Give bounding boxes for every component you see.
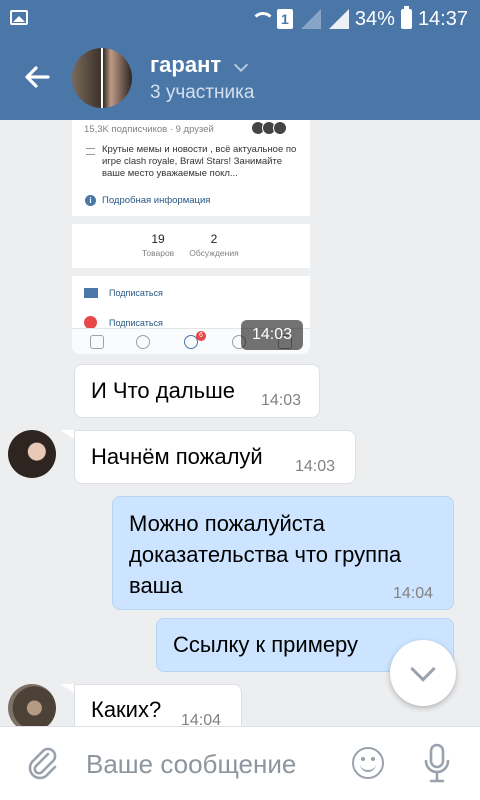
group-description: Крутые мемы и новости , всё актуальное п… [102, 144, 297, 179]
message-text-line: ваша [129, 573, 183, 598]
chat-members-count[interactable]: 3 участника [150, 82, 254, 104]
group-stats-block: 19 Товаров 2 Обсуждения [72, 224, 310, 268]
image-timestamp: 14:03 [241, 320, 303, 350]
message-text-line: доказательства что группа [129, 542, 402, 567]
message-time: 14:03 [261, 392, 302, 409]
chat-avatar[interactable] [72, 48, 132, 108]
message-list[interactable]: 15,3K подписчиков · 9 друзей Крутые мемы… [0, 120, 480, 726]
status-bar: 1 34% 14:37 [0, 0, 480, 38]
message-text: Ссылку к примеру [173, 632, 359, 657]
sender-avatar[interactable] [8, 430, 56, 478]
stat-number: 2 [210, 232, 218, 246]
stat-discussions: 2 Обсуждения [184, 232, 244, 258]
message-bubble[interactable]: Можно пожалуйста доказательства что груп… [112, 496, 454, 610]
wifi-icon [249, 10, 275, 28]
clock: 14:37 [417, 7, 468, 30]
message-time: 14:03 [295, 458, 336, 475]
message-bubble[interactable]: Каких? 14:04 [74, 684, 242, 726]
signal-icon [327, 9, 349, 29]
subscribers-count: 15,3K подписчиков · 9 друзей [84, 124, 214, 135]
subscribe-link: Подписаться [109, 288, 163, 298]
message-time: 14:04 [181, 712, 222, 726]
unread-badge: 6 [196, 331, 206, 341]
chevron-down-icon [410, 656, 436, 682]
image-attachment[interactable]: 15,3K подписчиков · 9 друзей Крутые мемы… [72, 120, 310, 354]
message-composer [0, 726, 480, 800]
message-bubble[interactable]: Начнём пожалуй 14:03 [74, 430, 356, 484]
stat-label: Товаров [141, 248, 175, 258]
scroll-to-bottom-button[interactable] [390, 640, 456, 706]
subscribe-link: Подписаться [109, 318, 163, 328]
chat-header: гарант 3 участника [0, 38, 480, 120]
back-arrow-icon[interactable] [22, 62, 52, 92]
description-icon [86, 148, 95, 155]
stat-label: Обсуждения [189, 248, 239, 258]
sim-icon: 1 [276, 9, 293, 29]
message-input[interactable] [86, 749, 336, 779]
microphone-icon[interactable] [424, 743, 450, 785]
battery-percent: 34% [354, 7, 395, 30]
detailed-info-link: Подробная информация [102, 195, 211, 206]
group-info-block: 15,3K подписчиков · 9 друзей Крутые мемы… [72, 120, 310, 216]
chevron-down-icon[interactable] [233, 57, 249, 73]
battery-icon [400, 6, 412, 29]
friends-avatars [251, 121, 287, 135]
paperclip-icon[interactable] [24, 745, 60, 781]
stat-number: 19 [151, 232, 165, 246]
shop-icon [90, 335, 104, 349]
message-bubble[interactable]: И Что дальше 14:03 [74, 364, 320, 418]
gallery-icon [10, 10, 28, 25]
info-icon: i [85, 195, 96, 206]
chat-title[interactable]: гарант [150, 52, 221, 78]
message-time: 14:04 [393, 585, 434, 602]
signal-empty-icon [299, 9, 321, 29]
stat-products: 19 Товаров [128, 232, 188, 258]
message-text: Каких? [91, 697, 162, 722]
message-text: Начнём пожалуй [91, 444, 263, 469]
mail-icon [84, 288, 98, 298]
emoji-icon[interactable] [352, 747, 384, 779]
status-icons: 1 34% 14:37 [249, 6, 468, 32]
sender-avatar[interactable] [8, 684, 56, 726]
message-text: И Что дальше [91, 378, 236, 403]
search-icon [136, 335, 150, 349]
message-text-line: Можно пожалуйста [129, 511, 325, 536]
